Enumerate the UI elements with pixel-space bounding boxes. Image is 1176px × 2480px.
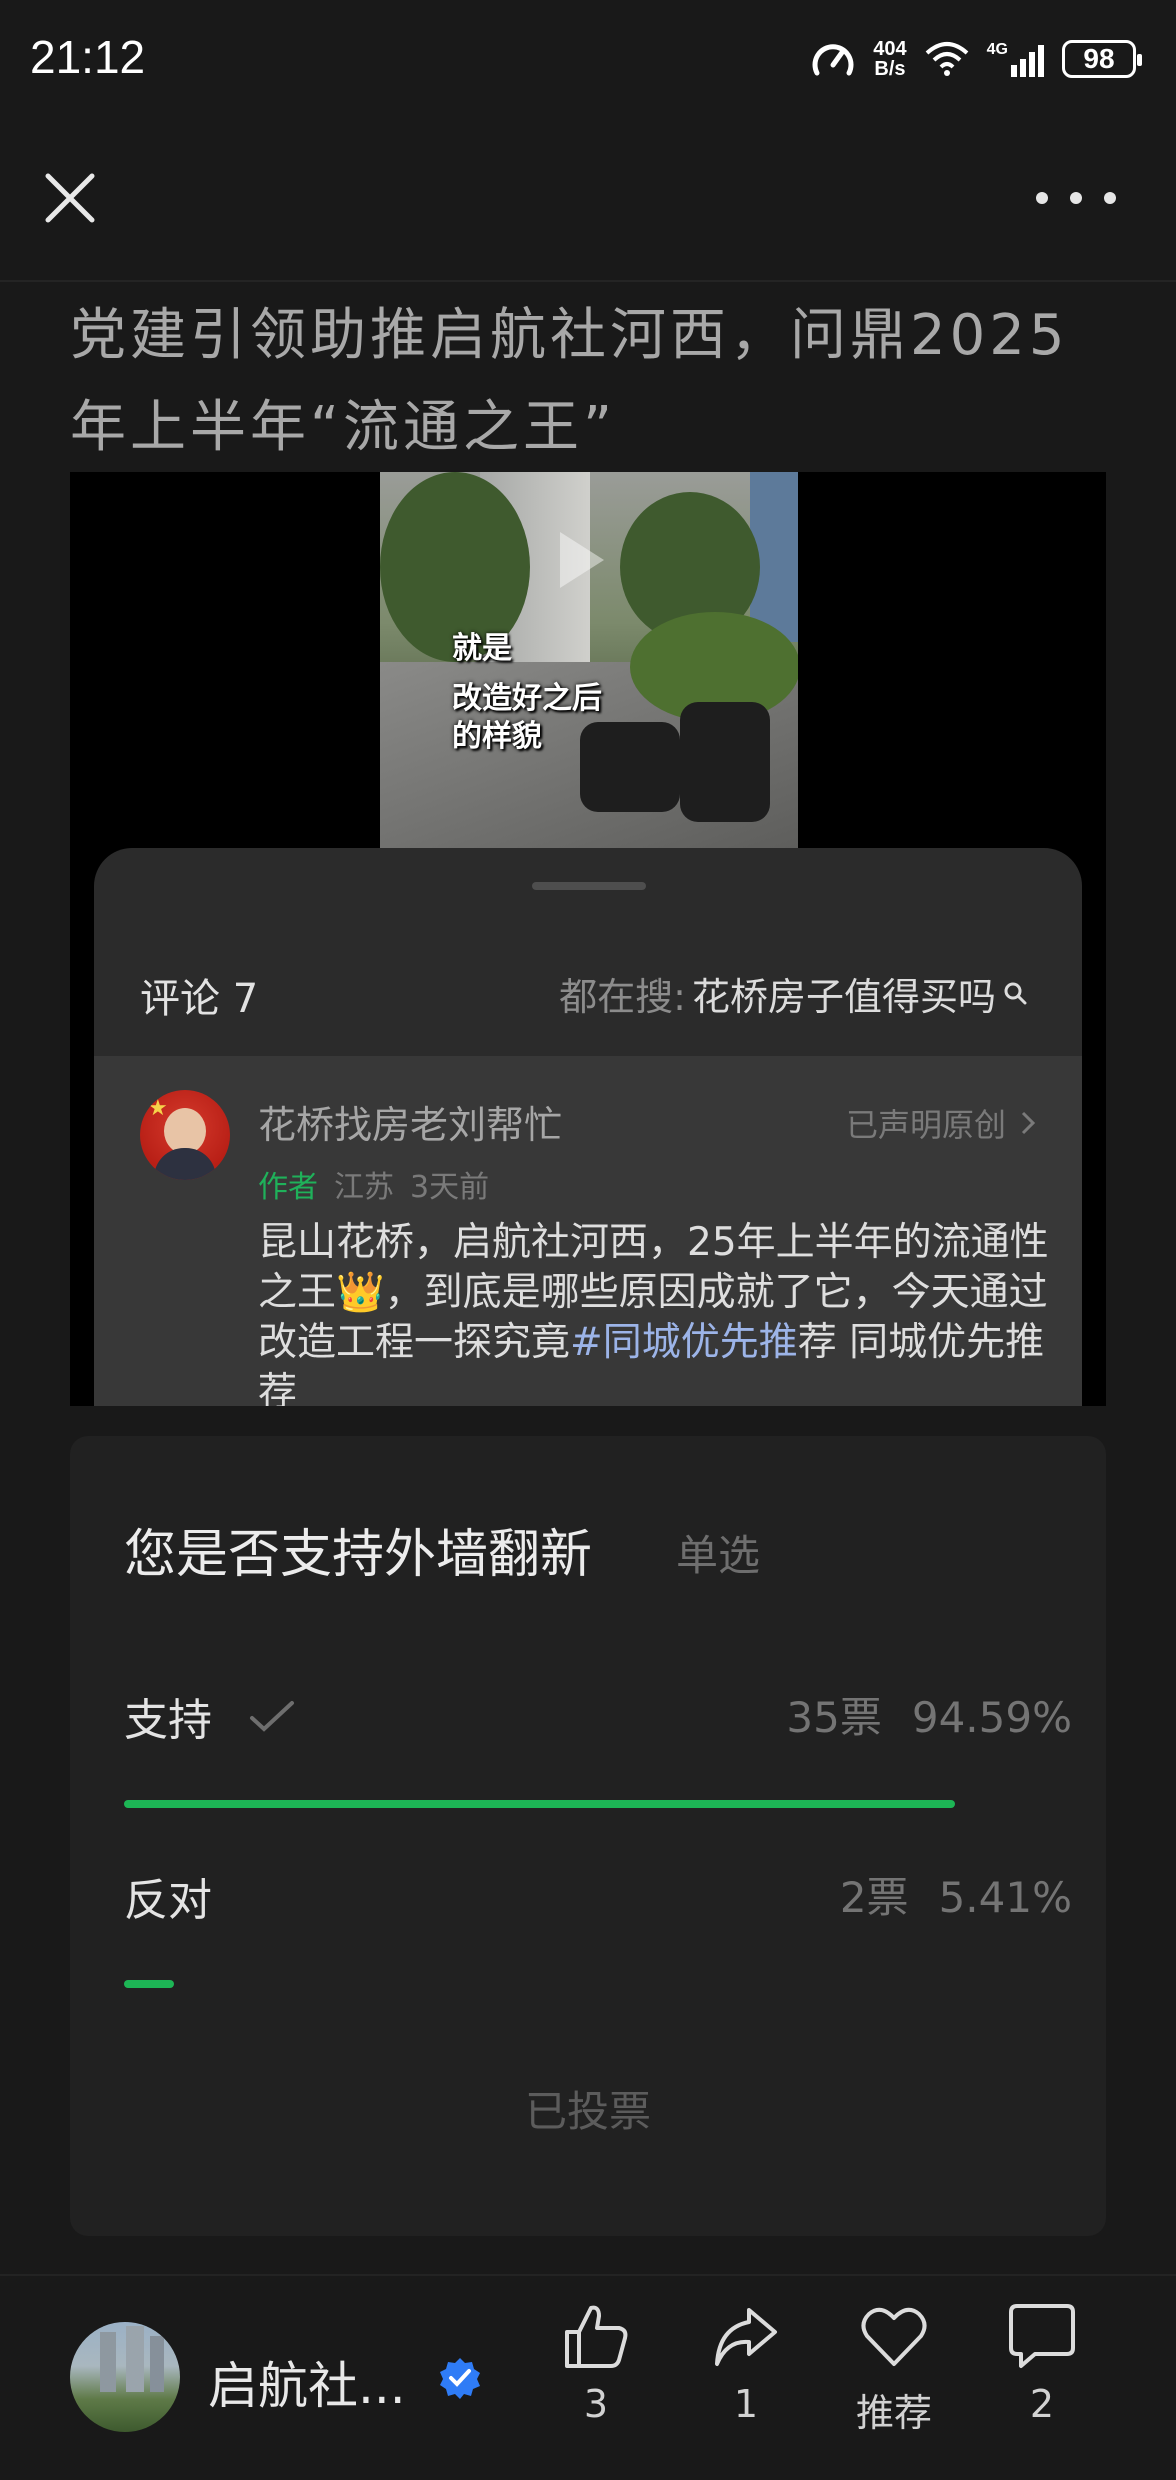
vote-bar bbox=[124, 1980, 174, 1988]
vote-count: 35票 bbox=[786, 1693, 882, 1742]
play-icon bbox=[560, 532, 604, 588]
like-button[interactable]: 3 bbox=[536, 2300, 656, 2426]
poll-card: 您是否支持外墙翻新 单选 支持 35票 94.59% 反对 2票 5.41% 已投票 bbox=[70, 1436, 1106, 2236]
verified-icon bbox=[440, 2358, 480, 2399]
voted-status: 已投票 bbox=[524, 2087, 651, 2136]
like-count: 3 bbox=[583, 2382, 609, 2426]
original-declared-tag[interactable]: 已声明原创 bbox=[846, 1100, 1036, 1146]
poll-type: 单选 bbox=[676, 1531, 761, 1580]
share-icon bbox=[715, 2308, 777, 2366]
author-badge: 作者 bbox=[258, 1170, 318, 1205]
comment-region: 江苏 bbox=[334, 1170, 394, 1205]
avatar[interactable]: ★ bbox=[140, 1090, 230, 1180]
status-icons: 404 B/s 4G 98 bbox=[811, 32, 1142, 86]
comment-meta: 作者 江苏 3天前 bbox=[258, 1162, 489, 1206]
heart-icon bbox=[861, 2307, 927, 2366]
video-thumbnail[interactable]: 就是 改造好之后 的样貌 bbox=[380, 472, 798, 848]
vote-percent: 5.41% bbox=[938, 1873, 1072, 1922]
comment-text: 昆山花桥，启航社河西，25年上半年的流通性之王👑，到底是哪些原因成就了它，今天通… bbox=[258, 1220, 1049, 1406]
account-avatar[interactable] bbox=[70, 2322, 180, 2432]
comments-sheet[interactable]: 评论 7 都在搜: 花桥房子值得买吗 ★ 花桥找房老刘帮忙 已声明原创 作者 江… bbox=[94, 848, 1082, 1406]
cellular-signal: 4G bbox=[987, 41, 1044, 77]
checkmark-icon bbox=[250, 1701, 294, 1732]
network-speed: 404 B/s bbox=[873, 38, 907, 80]
article-title: 党建引领助推启航社河西，问鼎2025年上半年“流通之王” bbox=[70, 303, 1069, 460]
poll-option-support[interactable]: 支持 35票 94.59% bbox=[124, 1684, 1072, 1814]
comment-time: 3天前 bbox=[410, 1170, 490, 1205]
crown-emoji: 👑 bbox=[336, 1270, 385, 1315]
comment-icon bbox=[1009, 2304, 1075, 2368]
status-time: 21:12 bbox=[30, 31, 146, 83]
share-count: 1 bbox=[733, 2382, 759, 2426]
comment-button[interactable]: 2 bbox=[982, 2300, 1102, 2426]
poll-option-oppose[interactable]: 反对 2票 5.41% bbox=[124, 1864, 1072, 1994]
vote-bar bbox=[124, 1800, 955, 1808]
drag-handle[interactable] bbox=[532, 882, 646, 890]
battery-indicator: 98 bbox=[1062, 40, 1142, 78]
video-player[interactable]: 就是 改造好之后 的样貌 评论 7 都在搜: 花桥房子值得买吗 ★ 花桥找房老刘… bbox=[70, 472, 1106, 1406]
video-caption: 就是 改造好之后 的样貌 bbox=[452, 631, 602, 754]
thumbs-up-icon bbox=[565, 2305, 628, 2368]
vote-count: 2票 bbox=[839, 1873, 909, 1922]
divider bbox=[0, 280, 1176, 282]
comment-author[interactable]: 花桥找房老刘帮忙 bbox=[258, 1094, 562, 1149]
close-button[interactable] bbox=[40, 168, 100, 228]
more-button[interactable] bbox=[1036, 176, 1116, 220]
speedometer-icon bbox=[812, 44, 854, 76]
recommend-button[interactable]: 推荐 bbox=[834, 2300, 954, 2437]
poll-question: 您是否支持外墙翻新 bbox=[124, 1525, 593, 1585]
vote-percent: 94.59% bbox=[911, 1693, 1072, 1742]
comment-count: 2 bbox=[1029, 2382, 1055, 2426]
hashtag-link[interactable]: #同城优先推 bbox=[570, 1320, 798, 1365]
more-icon bbox=[1036, 192, 1048, 204]
share-button[interactable]: 1 bbox=[686, 2300, 806, 2426]
search-icon bbox=[1004, 982, 1027, 1004]
recommend-label: 推荐 bbox=[855, 2391, 932, 2435]
comments-count: 评论 7 bbox=[140, 976, 259, 1022]
account-name[interactable]: 启航社... bbox=[208, 2346, 406, 2418]
close-icon bbox=[45, 173, 95, 223]
wifi-icon bbox=[925, 42, 968, 76]
chevron-right-icon bbox=[1021, 1111, 1036, 1135]
search-suggestion[interactable]: 都在搜: 花桥房子值得买吗 bbox=[559, 966, 1030, 1021]
status-bar: 21:12 404 B/s 4G 98 bbox=[0, 0, 1176, 120]
